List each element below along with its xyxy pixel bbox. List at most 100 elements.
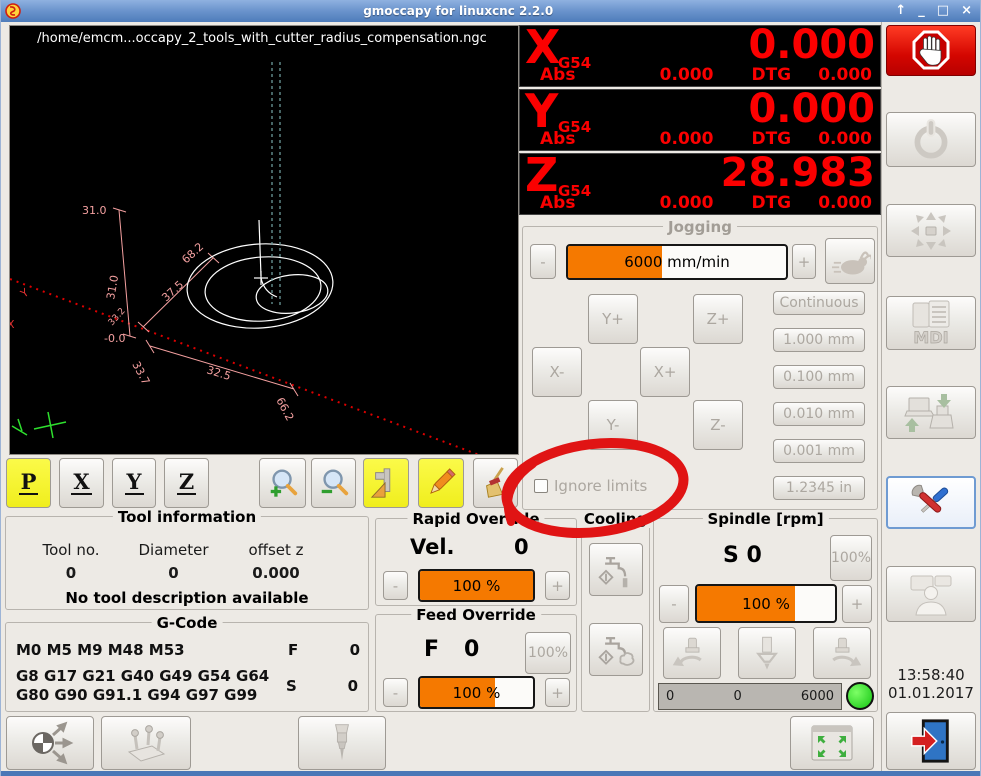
touch-plate-button[interactable] xyxy=(101,716,191,770)
spindle-minus-button[interactable]: - xyxy=(659,585,689,623)
axis-y-dtg-value: 0.000 xyxy=(818,129,872,149)
jog-speed-slider[interactable]: 6000 mm/min xyxy=(566,244,788,280)
increment-1mm-label: 1.000 mm xyxy=(783,332,855,348)
jog-z-minus-label: Z- xyxy=(710,416,726,434)
machine-limit-line xyxy=(9,278,483,457)
feed-minus-button[interactable]: - xyxy=(383,678,408,707)
zoom-out-button[interactable] xyxy=(311,458,356,508)
auto-run-icon xyxy=(904,393,954,432)
jog-x-minus-button[interactable]: X- xyxy=(532,347,582,397)
estop-button[interactable] xyxy=(886,25,976,76)
active-gcodes: G8 G17 G21 G40 G49 G54 G64 G80 G90 G91.1… xyxy=(16,667,270,704)
spindle-rpm-bar: 0 0 6000 xyxy=(658,683,842,710)
zoom-out-icon xyxy=(321,469,348,496)
exit-button[interactable] xyxy=(886,712,976,770)
speed-value: 0 xyxy=(347,676,358,695)
increment-001mm-button[interactable]: 0.010 mm xyxy=(773,402,865,426)
view-p-label: P xyxy=(18,469,39,495)
zoom-in-button[interactable] xyxy=(259,458,306,508)
rapid-override-slider[interactable]: 100 % xyxy=(418,569,535,602)
rpm-min: 0 xyxy=(666,689,675,704)
increment-01mm-button[interactable]: 0.100 mm xyxy=(773,365,865,389)
jogging-title: Jogging xyxy=(663,218,737,236)
shade-button[interactable]: ↑ xyxy=(895,2,906,20)
feed-override-slider[interactable]: 100 % xyxy=(418,676,535,709)
spindle-speed-readout: S 0 xyxy=(723,543,762,568)
gremlin-preview[interactable]: /home/emcm...occapy_2_tools_with_cutter_… xyxy=(7,25,519,457)
jog-turtle-rabbit-button[interactable] xyxy=(825,238,875,284)
dim-x-end: 66.2 xyxy=(273,395,296,423)
increment-1mm-button[interactable]: 1.000 mm xyxy=(773,328,865,352)
view-x-button[interactable]: X xyxy=(59,458,104,508)
gmoccapy-window: gmoccapy for linuxcnc 2.2.0 ↑ _ □ × /hom… xyxy=(0,0,981,776)
dro-axis-x[interactable]: X G54 0.000 Abs 0.000 DTG 0.000 xyxy=(519,20,881,87)
spindle-reset-button[interactable]: 100% xyxy=(830,535,872,581)
tool-button[interactable] xyxy=(298,716,386,770)
spindle-plus-button[interactable]: + xyxy=(842,585,872,623)
rapid-plus-button[interactable]: + xyxy=(545,571,570,600)
manual-mode-button[interactable] xyxy=(886,204,976,257)
active-mcodes: M0 M5 M9 M48 M53 xyxy=(16,641,185,659)
spindle-cw-button[interactable] xyxy=(813,627,871,679)
origin-marker xyxy=(11,411,67,439)
increment-001mm-label: 0.010 mm xyxy=(783,406,855,422)
user-settings-button[interactable] xyxy=(886,566,976,622)
touch-off-button[interactable] xyxy=(6,716,94,770)
spindle-ccw-button[interactable] xyxy=(663,627,721,679)
jog-x-plus-button[interactable]: X+ xyxy=(640,347,690,397)
jog-y-minus-button[interactable]: Y- xyxy=(588,400,638,450)
jog-speed-plus-label: + xyxy=(797,252,811,271)
spindle-frame: Spindle [rpm] S 0 100% - 100 % + 0 0 600… xyxy=(653,510,878,712)
tool-position-lines xyxy=(271,62,281,308)
spindle-stop-button[interactable] xyxy=(738,627,796,679)
axis-letters: Y X xyxy=(7,286,31,331)
ignore-limits-checkbox[interactable] xyxy=(534,479,548,493)
dro-axis-y[interactable]: Y G54 0.000 Abs 0.000 DTG 0.000 xyxy=(519,84,881,151)
settings-button[interactable] xyxy=(886,476,976,529)
dro-axis-z[interactable]: Z G54 28.983 Abs 0.000 DTG 0.000 xyxy=(519,148,881,215)
rapid-minus-label: - xyxy=(392,576,399,595)
increment-0001mm-button[interactable]: 0.001 mm xyxy=(773,439,865,463)
jog-y-plus-button[interactable]: Y+ xyxy=(588,294,638,344)
mist-button[interactable] xyxy=(589,623,643,676)
maximize-button[interactable]: □ xyxy=(937,2,949,20)
toolpath xyxy=(186,219,334,329)
increment-01mm-label: 0.100 mm xyxy=(783,369,855,385)
tool-info-title: Tool information xyxy=(112,508,262,526)
feed-plus-button[interactable]: + xyxy=(545,678,570,707)
diameter-value: 0 xyxy=(168,564,179,582)
fullscreen-button[interactable] xyxy=(790,716,874,770)
edit-button[interactable] xyxy=(418,458,464,508)
close-button[interactable]: × xyxy=(961,2,972,20)
flood-button[interactable] xyxy=(589,543,643,596)
svg-text:Y: Y xyxy=(17,286,31,301)
increment-continuous-button[interactable]: Continuous xyxy=(773,291,865,315)
dimensions-button[interactable] xyxy=(363,458,409,508)
jog-y-plus-label: Y+ xyxy=(602,310,624,328)
tools-settings-icon xyxy=(911,484,949,513)
clock-date: 01.01.2017 xyxy=(888,684,974,702)
velocity-value: 0 xyxy=(514,535,529,559)
feed-reset-label: 100% xyxy=(527,645,569,661)
machine-on-button[interactable] xyxy=(886,112,976,167)
tool-no-value: 0 xyxy=(65,564,77,582)
feed-reset-button[interactable]: 100% xyxy=(525,632,571,674)
window-title: gmoccapy for linuxcnc 2.2.0 xyxy=(363,4,554,18)
jog-z-plus-button[interactable]: Z+ xyxy=(693,294,743,344)
rapid-minus-button[interactable]: - xyxy=(383,571,408,600)
spindle-override-slider[interactable]: 100 % xyxy=(695,584,837,623)
caliper-icon xyxy=(370,468,391,498)
jog-speed-minus-button[interactable]: - xyxy=(530,244,556,279)
jog-speed-plus-button[interactable]: + xyxy=(792,244,816,279)
minimize-button[interactable]: _ xyxy=(918,2,925,20)
clear-plot-button[interactable] xyxy=(473,458,518,508)
auto-mode-button[interactable] xyxy=(886,386,976,439)
jog-z-minus-button[interactable]: Z- xyxy=(693,400,743,450)
view-y-button[interactable]: Y xyxy=(112,458,156,508)
increment-inch-button[interactable]: 1.2345 in xyxy=(773,476,865,500)
mdi-icon-label: MDI xyxy=(913,328,948,346)
view-z-button[interactable]: Z xyxy=(164,458,209,508)
view-p-button[interactable]: P xyxy=(6,458,51,508)
mdi-mode-button[interactable]: MDI xyxy=(886,296,976,350)
rapid-plus-label: + xyxy=(551,576,564,595)
